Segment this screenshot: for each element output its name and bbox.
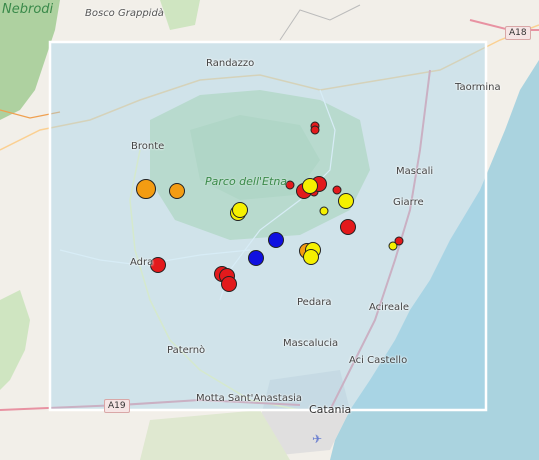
road-shield-a18: A18 <box>505 26 531 40</box>
marker-red[interactable] <box>332 185 342 195</box>
map-canvas[interactable] <box>0 0 539 460</box>
marker-red[interactable] <box>285 180 295 190</box>
place-giarre: Giarre <box>393 197 424 208</box>
place-paterno: Paternò <box>167 345 206 356</box>
marker-yellow[interactable] <box>232 202 248 218</box>
place-nebrodi: Nebrodi <box>2 2 54 17</box>
place-randazzo: Randazzo <box>206 58 255 69</box>
marker-red[interactable] <box>394 236 404 246</box>
place-pedara: Pedara <box>297 297 332 308</box>
marker-orange[interactable] <box>169 183 185 199</box>
place-bosco-grappida: Bosco Grappidà <box>85 8 164 19</box>
road-shield-a19: A19 <box>104 399 130 413</box>
airplane-icon: ✈ <box>312 432 323 446</box>
place-mascalucia: Mascalucia <box>283 338 339 349</box>
marker-yellow[interactable] <box>319 206 329 216</box>
marker-blue[interactable] <box>248 250 264 266</box>
place-aci-castello: Aci Castello <box>349 355 408 366</box>
marker-orange[interactable] <box>136 179 156 199</box>
marker-yellow[interactable] <box>338 193 354 209</box>
marker-yellow[interactable] <box>303 249 319 265</box>
place-adrano: Adra <box>130 257 154 268</box>
place-bronte: Bronte <box>131 141 165 152</box>
marker-yellow[interactable] <box>302 178 318 194</box>
place-mascali: Mascali <box>396 166 434 177</box>
marker-red[interactable] <box>340 219 356 235</box>
selection-box <box>48 40 488 412</box>
marker-blue[interactable] <box>268 232 284 248</box>
marker-red[interactable] <box>221 276 237 292</box>
place-motta: Motta Sant'Anastasia <box>196 393 303 404</box>
park-parco-etna: Parco dell'Etna <box>205 175 288 188</box>
marker-red[interactable] <box>310 125 320 135</box>
place-catania: Catania <box>309 403 352 416</box>
place-acireale: Acireale <box>369 302 410 313</box>
place-taormina: Taormina <box>455 82 501 93</box>
